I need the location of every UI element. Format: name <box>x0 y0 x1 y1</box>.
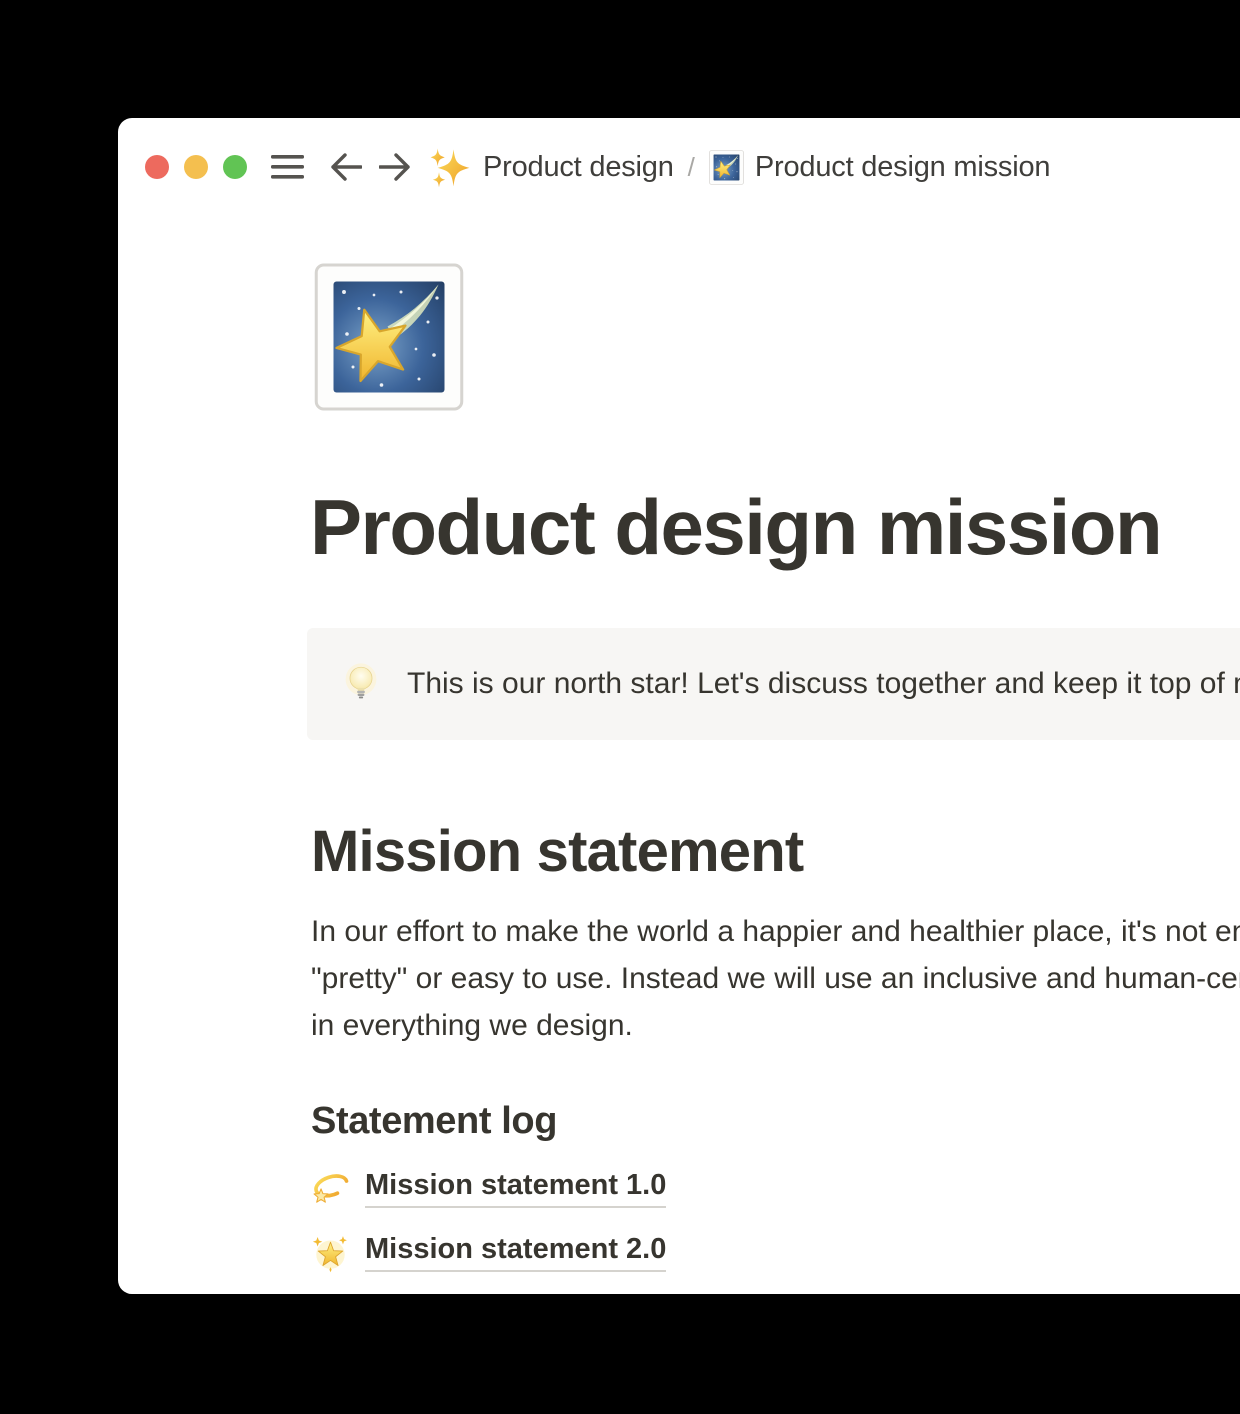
mission-paragraph[interactable]: In our effort to make the world a happie… <box>311 908 1240 1049</box>
paragraph-line: In our effort to make the world a happie… <box>311 908 1240 955</box>
shooting-star-icon <box>709 150 744 185</box>
statement-log-links: Mission statement 1.0 Mission statement … <box>309 1166 666 1274</box>
back-button[interactable] <box>331 153 362 181</box>
sidebar-menu-button[interactable] <box>271 152 304 182</box>
breadcrumb-label: Product design <box>483 151 674 184</box>
window-titlebar: Product design / Product design mission <box>145 143 1050 191</box>
glowing-star-icon <box>309 1231 352 1274</box>
sparkles-icon <box>428 145 472 189</box>
breadcrumb-separator: / <box>688 152 695 183</box>
link-label: Mission statement 2.0 <box>365 1233 666 1272</box>
heading-statement-log[interactable]: Statement log <box>311 1100 557 1143</box>
forward-arrow-icon <box>379 153 410 181</box>
hamburger-menu-icon <box>271 152 304 182</box>
page-icon-shooting-star[interactable] <box>313 262 465 412</box>
page-title[interactable]: Product design mission <box>310 485 1161 571</box>
traffic-lights <box>145 155 247 179</box>
link-label: Mission statement 1.0 <box>365 1169 666 1208</box>
callout-block[interactable]: This is our north star! Let's discuss to… <box>307 628 1240 740</box>
heading-mission-statement[interactable]: Mission statement <box>311 818 803 885</box>
minimize-window-button[interactable] <box>184 155 208 179</box>
link-mission-statement-1[interactable]: Mission statement 1.0 <box>309 1166 666 1210</box>
link-mission-statement-2[interactable]: Mission statement 2.0 <box>309 1230 666 1274</box>
breadcrumb-item-product-design[interactable]: Product design <box>428 145 674 189</box>
dizzy-star-icon <box>309 1167 352 1210</box>
back-arrow-icon <box>331 153 362 181</box>
paragraph-line: "pretty" or easy to use. Instead we will… <box>311 955 1240 1002</box>
shooting-star-emoji <box>313 262 465 412</box>
paragraph-line: in everything we design. <box>311 1002 1240 1049</box>
light-bulb-icon <box>337 660 385 708</box>
breadcrumb-item-product-design-mission[interactable]: Product design mission <box>709 150 1050 185</box>
close-window-button[interactable] <box>145 155 169 179</box>
forward-button[interactable] <box>379 153 410 181</box>
zoom-window-button[interactable] <box>223 155 247 179</box>
app-window: Product design / Product design mission … <box>118 118 1240 1294</box>
callout-text: This is our north star! Let's discuss to… <box>407 667 1240 701</box>
breadcrumb-label: Product design mission <box>755 151 1050 184</box>
